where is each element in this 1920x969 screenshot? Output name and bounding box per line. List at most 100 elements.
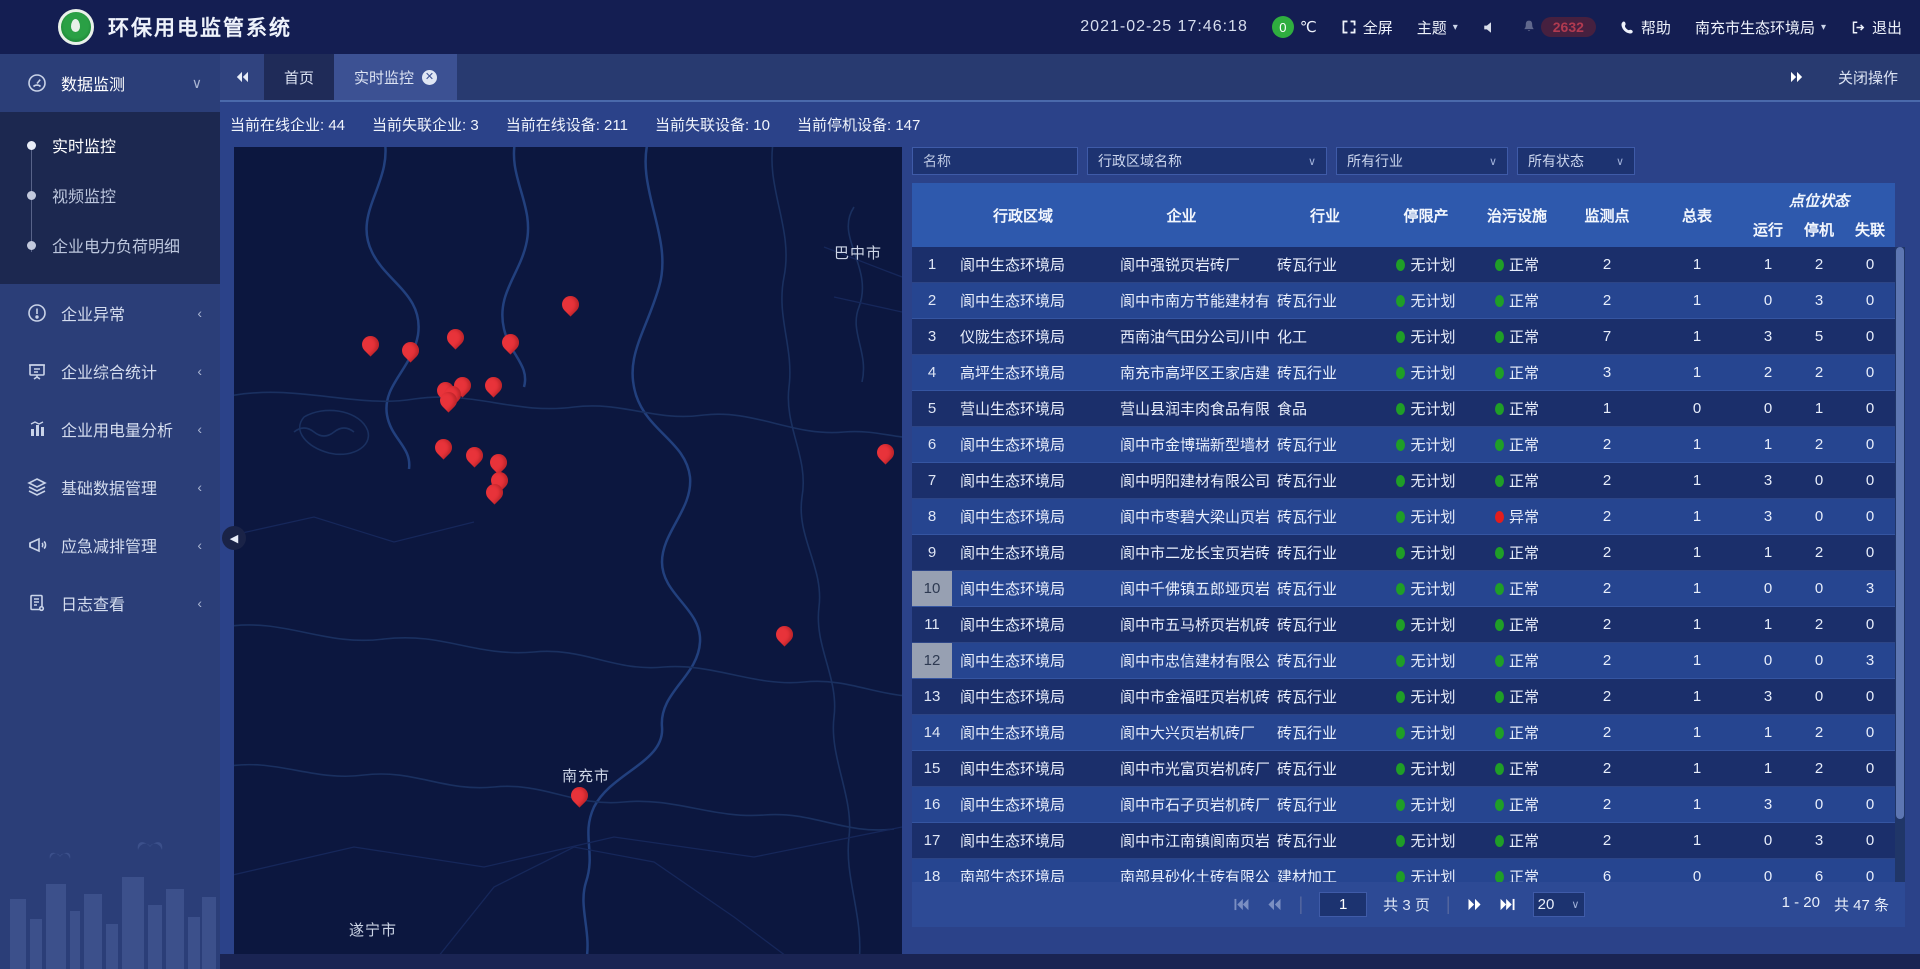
cell-limit-text: 无计划 <box>1410 434 1455 455</box>
status-select[interactable]: 所有状态 ∨ <box>1517 147 1635 175</box>
page-size-select[interactable]: 20 ∨ <box>1533 892 1585 917</box>
table-row[interactable]: 2阆中生态环境局阆中市南方节能建材有砖瓦行业无计划正常21030 <box>912 283 1895 319</box>
cell-company: 西南油气田分公司川中 <box>1094 326 1269 347</box>
sidebar-item-日志查看[interactable]: 日志查看‹ <box>0 574 220 632</box>
sidebar-subitem-视频监控[interactable]: 视频监控 <box>0 170 220 220</box>
col-facility: 治污设施 <box>1471 183 1563 247</box>
tab-realtime-monitor[interactable]: 实时监控 ✕ <box>334 54 457 100</box>
cell-industry: 砖瓦行业 <box>1269 506 1381 527</box>
table-row[interactable]: 15阆中生态环境局阆中市光富页岩机砖厂砖瓦行业无计划正常21120 <box>912 751 1895 787</box>
cell-run: 0 <box>1743 868 1793 882</box>
table-row[interactable]: 17阆中生态环境局阆中市江南镇阆南页岩砖瓦行业无计划正常21030 <box>912 823 1895 859</box>
cell-meters: 1 <box>1651 256 1743 273</box>
mute-button[interactable] <box>1482 20 1497 35</box>
table-row[interactable]: 11阆中生态环境局阆中市五马桥页岩机砖砖瓦行业无计划正常21120 <box>912 607 1895 643</box>
last-page-button[interactable] <box>1499 898 1517 911</box>
sidebar-subitem-企业电力负荷明细[interactable]: 企业电力负荷明细 <box>0 220 220 270</box>
cell-region: 阆中生态环境局 <box>952 758 1094 779</box>
table-row[interactable]: 12阆中生态环境局阆中市忠信建材有限公砖瓦行业无计划正常21003 <box>912 643 1895 679</box>
status-dot-green-icon <box>1396 727 1405 739</box>
table-row[interactable]: 4高坪生态环境局南充市高坪区王家店建砖瓦行业无计划正常31220 <box>912 355 1895 391</box>
cell-facility: 正常 <box>1471 578 1563 599</box>
close-operations-dropdown[interactable]: 关闭操作 <box>1838 67 1898 88</box>
region-select[interactable]: 行政区域名称 ∨ <box>1087 147 1327 175</box>
cell-facility: 正常 <box>1471 722 1563 743</box>
table-row[interactable]: 7阆中生态环境局阆中明阳建材有限公司砖瓦行业无计划正常21300 <box>912 463 1895 499</box>
table-row[interactable]: 18南部生态环境局南部县砂化土砖有限公建材加工无计划正常60060 <box>912 859 1895 882</box>
cell-run: 1 <box>1743 616 1793 633</box>
table-row[interactable]: 6阆中生态环境局阆中市金博瑞新型墙材砖瓦行业无计划正常21120 <box>912 427 1895 463</box>
table-row[interactable]: 9阆中生态环境局阆中市二龙长宝页岩砖砖瓦行业无计划正常21120 <box>912 535 1895 571</box>
org-dropdown[interactable]: 南充市生态环境局 ▾ <box>1695 17 1826 38</box>
tabs-scroll-left-button[interactable] <box>220 54 264 100</box>
prev-page-button[interactable] <box>1266 898 1282 911</box>
help-button[interactable]: 帮助 <box>1620 17 1671 38</box>
name-search-input[interactable] <box>912 147 1078 175</box>
sidebar-item-企业异常[interactable]: 企业异常‹ <box>0 284 220 342</box>
cell-industry: 砖瓦行业 <box>1269 542 1381 563</box>
row-index: 6 <box>912 427 952 462</box>
table-row[interactable]: 10阆中生态环境局阆中千佛镇五郎垭页岩砖瓦行业无计划正常21003 <box>912 571 1895 607</box>
row-index: 4 <box>912 355 952 390</box>
cell-facility: 正常 <box>1471 650 1563 671</box>
cell-lost: 0 <box>1845 328 1895 345</box>
tab-home[interactable]: 首页 <box>264 54 334 100</box>
industry-select[interactable]: 所有行业 ∨ <box>1336 147 1508 175</box>
cell-lost: 0 <box>1845 760 1895 777</box>
cell-limit: 无计划 <box>1381 506 1471 527</box>
chevron-down-icon: ▾ <box>1453 22 1458 33</box>
first-page-button[interactable] <box>1232 898 1250 911</box>
cell-company: 阆中强锐页岩砖厂 <box>1094 254 1269 275</box>
chevron-left-icon: ‹ <box>197 363 202 379</box>
status-dot-green-icon <box>1495 763 1504 775</box>
sidebar-item-应急减排管理[interactable]: 应急减排管理‹ <box>0 516 220 574</box>
tabs-scroll-right-button[interactable] <box>1790 71 1804 83</box>
theme-dropdown[interactable]: 主题 ▾ <box>1417 17 1458 38</box>
table-row[interactable]: 5营山生态环境局营山县润丰肉食品有限食品无计划正常10010 <box>912 391 1895 427</box>
notifications[interactable]: 2632 <box>1521 17 1596 37</box>
cell-limit: 无计划 <box>1381 470 1471 491</box>
cell-region: 阆中生态环境局 <box>952 470 1094 491</box>
cell-company: 阆中市石子页岩机砖厂 <box>1094 794 1269 815</box>
logout-label: 退出 <box>1872 17 1902 38</box>
sidebar-item-数据监测[interactable]: 数据监测∨ <box>0 54 220 112</box>
sidebar-item-基础数据管理[interactable]: 基础数据管理‹ <box>0 458 220 516</box>
cell-facility-text: 正常 <box>1509 650 1539 671</box>
map-collapse-button[interactable]: ◀ <box>222 526 246 550</box>
table-row[interactable]: 14阆中生态环境局阆中大兴页岩机砖厂砖瓦行业无计划正常21120 <box>912 715 1895 751</box>
status-dot-green-icon <box>1396 259 1405 271</box>
table-row[interactable]: 13阆中生态环境局阆中市金福旺页岩机砖砖瓦行业无计划正常21300 <box>912 679 1895 715</box>
map-panel[interactable]: 巴中市南充市遂宁市 <box>234 147 902 954</box>
app-title: 环保用电监管系统 <box>108 12 292 42</box>
sidebar-item-企业综合统计[interactable]: 企业综合统计‹ <box>0 342 220 400</box>
cell-meters: 0 <box>1651 400 1743 417</box>
filter-bar: 行政区域名称 ∨ 所有行业 ∨ 所有状态 ∨ <box>912 147 1905 175</box>
cell-facility: 正常 <box>1471 866 1563 882</box>
cell-facility-text: 正常 <box>1509 542 1539 563</box>
fullscreen-button[interactable]: 全屏 <box>1341 17 1393 38</box>
cell-run: 0 <box>1743 400 1793 417</box>
cell-facility-text: 正常 <box>1509 614 1539 635</box>
next-page-icon <box>1467 898 1483 911</box>
cell-meters: 1 <box>1651 616 1743 633</box>
cell-limit: 无计划 <box>1381 722 1471 743</box>
sidebar-item-企业用电量分析[interactable]: 企业用电量分析‹ <box>0 400 220 458</box>
sidebar-subitem-实时监控[interactable]: 实时监控 <box>0 120 220 170</box>
tab-close-icon[interactable]: ✕ <box>422 70 437 85</box>
table-row[interactable]: 1阆中生态环境局阆中强锐页岩砖厂砖瓦行业无计划正常21120 <box>912 247 1895 283</box>
table-row[interactable]: 16阆中生态环境局阆中市石子页岩机砖厂砖瓦行业无计划正常21300 <box>912 787 1895 823</box>
scrollbar-thumb[interactable] <box>1896 247 1904 819</box>
cell-industry: 砖瓦行业 <box>1269 686 1381 707</box>
page-number-input[interactable]: 1 <box>1319 892 1367 917</box>
table-scrollbar[interactable] <box>1895 247 1905 882</box>
logout-button[interactable]: 退出 <box>1850 17 1902 38</box>
row-index: 2 <box>912 283 952 318</box>
sidebar-subitem-label: 企业电力负荷明细 <box>52 233 180 257</box>
table-row[interactable]: 3仪陇生态环境局西南油气田分公司川中化工无计划正常71350 <box>912 319 1895 355</box>
next-page-button[interactable] <box>1467 898 1483 911</box>
cell-points: 2 <box>1563 544 1651 561</box>
table-row[interactable]: 8阆中生态环境局阆中市枣碧大梁山页岩砖瓦行业无计划异常21300 <box>912 499 1895 535</box>
cell-run: 2 <box>1743 364 1793 381</box>
col-index <box>912 183 952 247</box>
enterprise-panel: 行政区域名称 ∨ 所有行业 ∨ 所有状态 ∨ 行政区域 企业 行业 停限产 治污… <box>912 147 1905 927</box>
